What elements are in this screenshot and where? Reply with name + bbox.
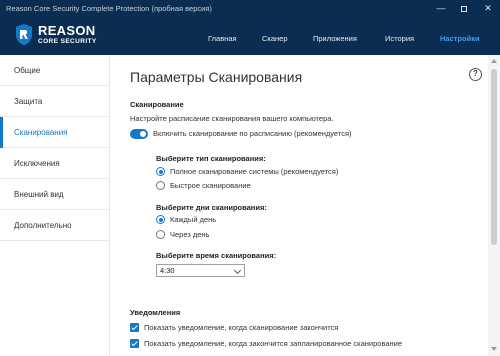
sidebar-item-exclusions[interactable]: Исключения xyxy=(0,148,110,179)
chevron-down-icon xyxy=(233,266,242,275)
radio-every-other-day-label: Через день xyxy=(170,230,210,239)
nav-scanner[interactable]: Сканер xyxy=(262,34,288,46)
radio-full-scan-label: Полное сканирование системы (рекомендует… xyxy=(170,167,339,176)
radio-every-other-day[interactable] xyxy=(156,230,165,239)
scan-days-title: Выберите дни сканирования: xyxy=(156,203,267,212)
sidebar-item-general[interactable]: Общие xyxy=(0,55,110,86)
checkbox-scheduled-scan-finished-label: Показать уведомление, когда закончится з… xyxy=(144,339,403,348)
scan-description: Настройте расписание сканирования вашего… xyxy=(130,114,334,123)
window-title: Reason Core Security Complete Protection… xyxy=(6,4,212,13)
scan-time-value: 4:30 xyxy=(160,266,175,275)
sidebar-item-scans[interactable]: Сканирования xyxy=(0,117,110,148)
scan-type-title: Выберите тип сканирования: xyxy=(156,154,266,163)
schedule-toggle-label: Включить сканирование по расписанию (рек… xyxy=(153,129,352,138)
nav-applications[interactable]: Приложения xyxy=(313,34,357,46)
nav-home[interactable]: Главная xyxy=(208,34,237,46)
sidebar-item-advanced[interactable]: Дополнительно xyxy=(0,210,110,241)
checkbox-scan-finished[interactable] xyxy=(130,323,139,332)
maximize-button[interactable] xyxy=(457,2,471,14)
settings-sidebar: Общие Защита Сканирования Исключения Вне… xyxy=(0,55,110,356)
logo-name: REASON xyxy=(38,23,96,38)
radio-every-day-label: Каждый день xyxy=(170,215,217,224)
radio-full-scan[interactable] xyxy=(156,167,165,176)
nav-settings[interactable]: Настройки xyxy=(440,34,480,46)
vertical-scrollbar[interactable] xyxy=(488,55,500,356)
checkbox-scheduled-scan-finished[interactable] xyxy=(130,339,139,348)
checkbox-scan-finished-label: Показать уведомление, когда сканирование… xyxy=(144,323,339,332)
maximize-icon xyxy=(461,5,467,12)
toggle-knob xyxy=(140,131,146,137)
settings-panel: Параметры Сканирования ? Сканирование На… xyxy=(111,55,500,356)
scan-section-title: Сканирование xyxy=(130,100,184,109)
title-bar: Reason Core Security Complete Protection… xyxy=(0,0,500,18)
scroll-thumb[interactable] xyxy=(491,69,497,245)
sidebar-item-protection[interactable]: Защита xyxy=(0,86,110,117)
notifications-section-title: Уведомления xyxy=(130,308,181,317)
shield-r-icon xyxy=(16,24,32,46)
scan-time-select[interactable]: 4:30 xyxy=(156,264,245,277)
page-title: Параметры Сканирования xyxy=(130,69,303,85)
scan-time-title: Выберите время сканирования: xyxy=(156,251,277,260)
close-button[interactable]: ✕ xyxy=(481,2,495,14)
minimize-button[interactable]: — xyxy=(434,2,448,14)
scroll-down-icon[interactable] xyxy=(491,347,497,351)
radio-quick-scan-label: Быстрое сканирование xyxy=(170,181,251,190)
logo-subtitle: CORE SECURITY xyxy=(38,38,97,45)
brand-logo: REASON CORE SECURITY xyxy=(14,24,109,48)
scroll-up-icon[interactable] xyxy=(491,59,497,63)
radio-quick-scan[interactable] xyxy=(156,181,165,190)
schedule-toggle[interactable] xyxy=(130,129,148,139)
nav-history[interactable]: История xyxy=(385,34,414,46)
radio-every-day[interactable] xyxy=(156,215,165,224)
sidebar-item-appearance[interactable]: Внешний вид xyxy=(0,179,110,210)
help-icon[interactable]: ? xyxy=(469,68,482,81)
app-header: Reason Core Security Complete Protection… xyxy=(0,0,500,55)
